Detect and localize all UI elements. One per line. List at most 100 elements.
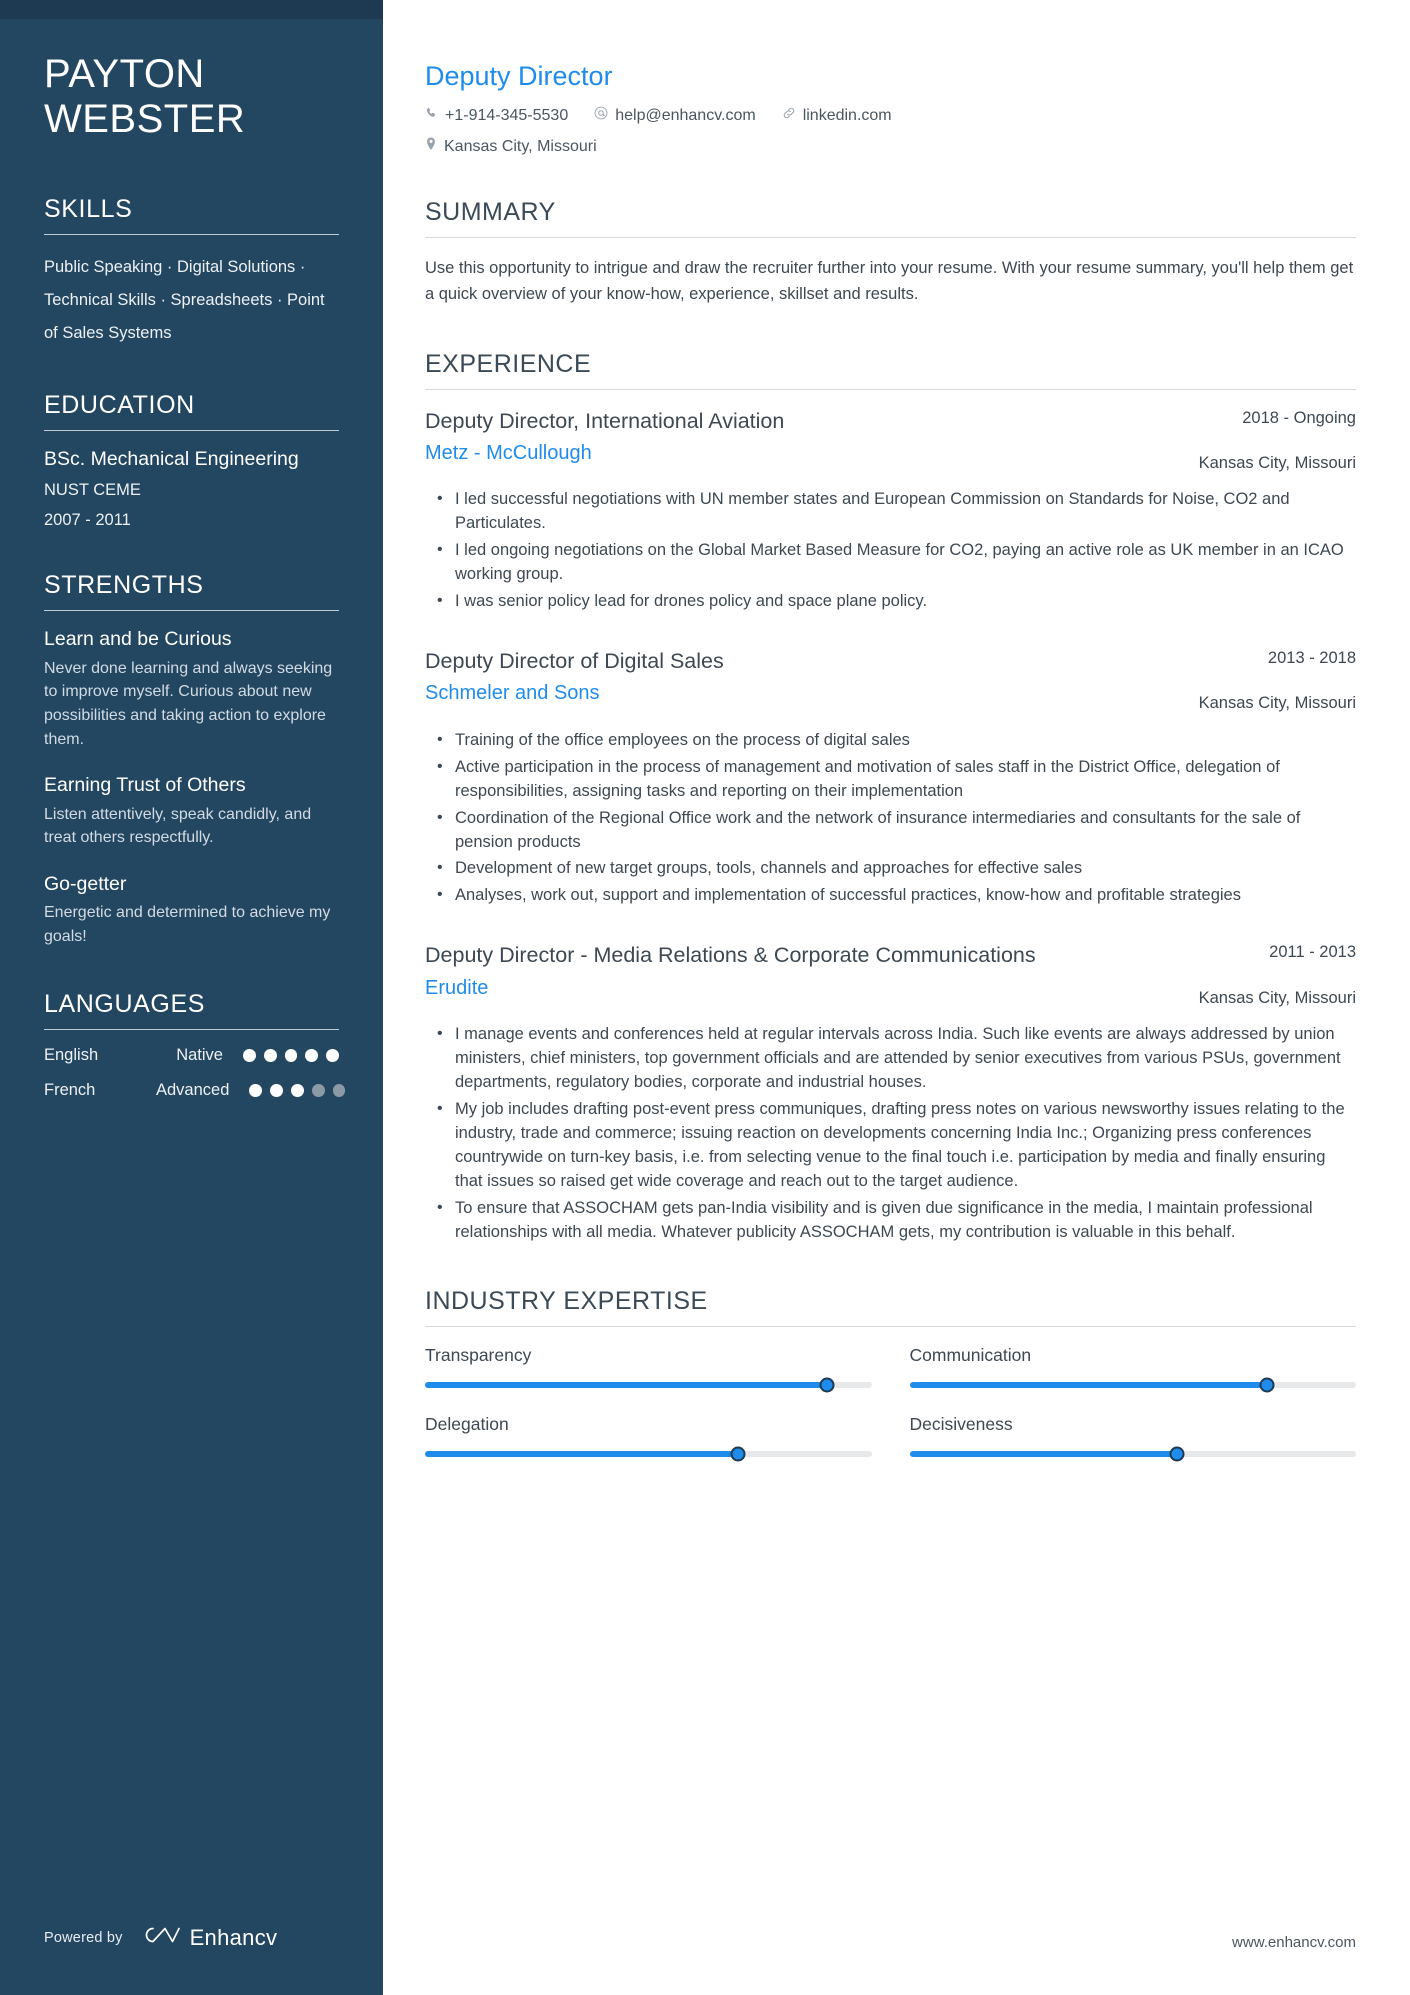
candidate-last-name: WEBSTER (44, 96, 246, 141)
expertise-item: Transparency (425, 1344, 872, 1392)
expertise-slider[interactable] (909, 1377, 1356, 1392)
sidebar: PAYTON WEBSTER SKILLS Public Speaking · … (0, 0, 383, 1995)
expertise-slider-knob[interactable] (1169, 1446, 1185, 1461)
experience-bullet: I was senior policy lead for drones poli… (437, 589, 1356, 614)
strength-description: Energetic and determined to achieve my g… (44, 904, 331, 946)
enhancv-brand: Enhancv (139, 1924, 278, 1951)
expertise-slider-knob[interactable] (730, 1446, 746, 1461)
experience-bullet: Analyses, work out, support and implemen… (437, 883, 1356, 908)
experience-entry-title-block: Deputy Director, International Aviation M… (425, 408, 1166, 466)
expertise-slider-knob[interactable] (1259, 1377, 1275, 1392)
experience-bullet-list: I led successful negotiations with UN me… (425, 487, 1356, 614)
experience-bullet-list: I manage events and conferences held at … (425, 1022, 1356, 1244)
expertise-slider-fill (909, 1381, 1267, 1388)
experience-entry-meta-block: 2013 - 2018 Kansas City, Missouri (1186, 648, 1356, 715)
industry-expertise-divider (425, 1325, 1356, 1327)
education-divider (44, 429, 339, 431)
experience-list: Deputy Director, International Aviation M… (425, 408, 1356, 1245)
link-icon (782, 106, 796, 125)
candidate-first-name: PAYTON (44, 52, 205, 96)
strengths-divider (44, 610, 339, 612)
rating-dot-filled (284, 1048, 298, 1062)
language-level: Native (176, 1045, 223, 1064)
experience-bullet: Development of new target groups, tools,… (437, 856, 1356, 881)
contact-text: Kansas City, Missouri (444, 137, 597, 155)
contact-item[interactable]: +1-914-345-5530 (425, 107, 568, 125)
contact-item[interactable]: linkedin.com (782, 106, 892, 125)
expertise-label: Decisiveness (909, 1413, 1013, 1434)
experience-entry-title-block: Deputy Director of Digital Sales Schmeler… (425, 648, 1166, 706)
experience-location: Kansas City, Missouri (1198, 453, 1356, 472)
contact-text: +1-914-345-5530 (445, 106, 569, 124)
skills-divider (44, 233, 339, 235)
rating-dot-filled (290, 1083, 304, 1097)
education-section: EDUCATION BSc. Mechanical Engineering NU… (44, 390, 339, 531)
contact-text: help@enhancv.com (615, 106, 756, 124)
strengths-section: STRENGTHS Learn and be Curious Never done… (44, 570, 339, 948)
contact-item[interactable]: help@enhancv.com (594, 106, 756, 125)
languages-list: English Native French Advanced (44, 1046, 346, 1100)
experience-entry: Deputy Director - Media Relations & Corp… (425, 942, 1356, 1244)
enhancv-logo-icon (139, 1924, 181, 1951)
powered-by-label: Powered by (44, 1929, 123, 1946)
resume-page: PAYTON WEBSTER SKILLS Public Speaking · … (0, 0, 1410, 1995)
rating-dot-filled (270, 1083, 283, 1097)
expertise-slider[interactable] (425, 1377, 872, 1392)
strengths-heading: STRENGTHS (44, 571, 204, 600)
experience-bullet: I led ongoing negotiations on the Global… (437, 538, 1356, 587)
enhancv-brand-name: Enhancv (189, 1924, 278, 1950)
language-row: English Native (44, 1046, 339, 1065)
industry-expertise-heading: INDUSTRY EXPERTISE (425, 1286, 708, 1315)
sidebar-top-accent-bar (0, 0, 383, 19)
strengths-list: Learn and be Curious Never done learning … (44, 627, 339, 948)
expertise-slider[interactable] (425, 1446, 872, 1461)
experience-role: Deputy Director - Media Relations & Corp… (425, 943, 1036, 968)
experience-bullet: Active participation in the process of m… (437, 755, 1356, 804)
expertise-label: Transparency (425, 1344, 532, 1365)
expertise-slider-fill (909, 1450, 1178, 1457)
expertise-slider-knob[interactable] (819, 1377, 835, 1392)
experience-bullet: My job includes drafting post-event pres… (437, 1097, 1356, 1194)
skills-section: SKILLS Public Speaking · Digital Solutio… (44, 194, 339, 350)
experience-dates: 2018 - Ongoing (1242, 408, 1356, 427)
experience-entry: Deputy Director of Digital Sales Schmeler… (425, 648, 1356, 908)
education-heading: EDUCATION (44, 390, 195, 419)
language-rating-dots (243, 1048, 339, 1062)
experience-company[interactable]: Metz - McCullough (425, 441, 1166, 466)
expertise-slider[interactable] (909, 1446, 1356, 1461)
languages-section: LANGUAGES English Native French Advanced (44, 989, 346, 1100)
experience-company[interactable]: Erudite (425, 976, 1166, 1001)
contact-row: +1-914-345-5530 help@enhancv.com linkedin.… (425, 106, 1356, 156)
rating-dot-filled (326, 1048, 339, 1062)
experience-bullet: I led successful negotiations with UN me… (437, 487, 1356, 536)
experience-dates: 2011 - 2013 (1269, 943, 1356, 962)
contact-item[interactable]: Kansas City, Missouri (425, 137, 597, 156)
strength-title: Earning Trust of Others (44, 774, 246, 797)
experience-entry-header: Deputy Director, International Aviation M… (425, 408, 1356, 475)
contact-text: linkedin.com (802, 106, 892, 124)
experience-entry: Deputy Director, International Aviation M… (425, 408, 1356, 614)
experience-role: Deputy Director, International Aviation (425, 408, 785, 433)
strength-item: Learn and be Curious Never done learning … (44, 627, 339, 751)
experience-location: Kansas City, Missouri (1198, 694, 1356, 713)
summary-section: SUMMARY Use this opportunity to intrigue… (425, 198, 1356, 307)
experience-dates: 2013 - 2018 (1267, 649, 1356, 667)
expertise-item: Delegation (425, 1414, 872, 1461)
education-dates: 2007 - 2011 (44, 511, 131, 530)
strength-item: Earning Trust of Others Listen attentivel… (44, 773, 339, 850)
strength-item: Go-getter Energetic and determined to ach… (44, 872, 339, 949)
strength-description: Listen attentively, speak candidly, and … (44, 805, 312, 847)
summary-heading: SUMMARY (425, 198, 556, 227)
expertise-grid: Transparency Communication Delegation Decis… (425, 1344, 1356, 1461)
experience-location: Kansas City, Missouri (1198, 988, 1356, 1007)
expertise-slider-fill (425, 1381, 827, 1388)
languages-divider (44, 1028, 339, 1030)
experience-company[interactable]: Schmeler and Sons (425, 681, 1166, 706)
language-row: French Advanced (44, 1080, 346, 1100)
expertise-item: Decisiveness (909, 1413, 1356, 1461)
experience-heading: EXPERIENCE (425, 349, 592, 378)
experience-bullet: Training of the office employees on the … (437, 728, 1356, 753)
experience-bullet: Coordination of the Regional Office work… (437, 806, 1356, 855)
language-name: French (44, 1080, 96, 1099)
education-degree: BSc. Mechanical Engineering (44, 447, 299, 470)
